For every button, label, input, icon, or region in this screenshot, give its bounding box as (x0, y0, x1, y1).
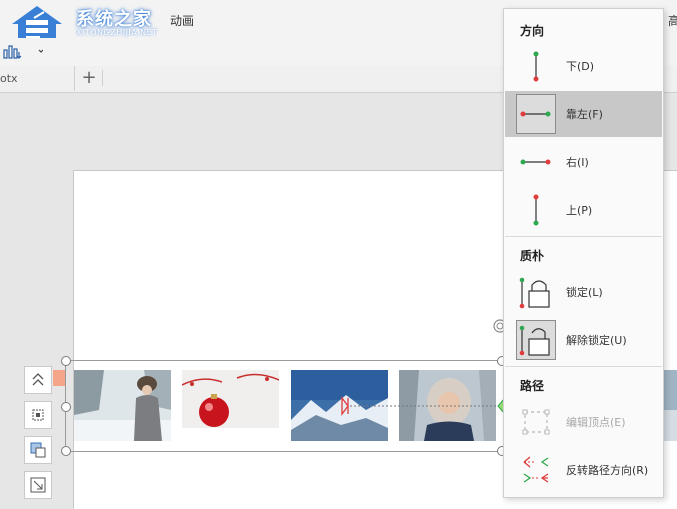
unlock-icon-frame (516, 320, 556, 360)
overlap-shapes-icon (30, 442, 46, 458)
menu-item-right[interactable]: 右(I) (505, 139, 662, 185)
menu-item-left[interactable]: 靠左(F) (505, 91, 662, 137)
collapse-up-button[interactable] (24, 366, 52, 394)
tab-animation[interactable]: 动画 (170, 12, 194, 29)
lock-icon (519, 277, 550, 309)
watermark-subtitle: XITONGZHIJIA.NET (76, 28, 158, 37)
chart-insert-icon[interactable] (3, 42, 44, 63)
layout-options-button[interactable] (24, 401, 52, 429)
menu-item-up-label: 上(P) (566, 204, 593, 217)
add-tab-button[interactable]: + (78, 66, 100, 90)
menu-item-unlock[interactable]: 解除锁定(U) (505, 317, 662, 363)
effect-options-menu: 方向 下(D) 靠左(F) 右(I) 上(P) 质朴 锁定(L) 解除锁定(U)… (503, 8, 664, 498)
shape-fill-button[interactable] (24, 436, 52, 464)
direction-down-icon (533, 51, 539, 82)
crop-resize-button[interactable] (24, 471, 52, 499)
menu-item-edit-points-label: 编辑顶点(E) (566, 416, 626, 429)
menu-item-up[interactable]: 上(P) (505, 187, 662, 233)
menu-item-left-label: 靠左(F) (566, 108, 603, 121)
resize-handle-bl[interactable] (61, 446, 71, 456)
resize-handle-tl[interactable] (61, 356, 71, 366)
resize-handle-ml[interactable] (61, 402, 71, 412)
direction-right-icon (520, 159, 551, 165)
section-texture: 质朴 (520, 249, 545, 263)
animation-order-marker (53, 370, 65, 386)
chevron-double-up-icon (32, 373, 44, 386)
document-tab-label: otx (0, 72, 18, 85)
tab-divider (102, 70, 103, 86)
menu-item-down[interactable]: 下(D) (505, 43, 662, 89)
edit-points-icon (522, 409, 550, 435)
unlock-icon (519, 325, 550, 356)
direction-left-icon (520, 111, 551, 117)
menu-item-down-label: 下(D) (566, 60, 595, 73)
resize-arrow-icon (30, 477, 46, 493)
menu-divider (505, 366, 662, 367)
position-icon (32, 409, 44, 421)
menu-item-reverse-path-label: 反转路径方向(R) (566, 464, 649, 477)
menu-item-lock[interactable]: 锁定(L) (505, 269, 662, 315)
direction-up-icon (533, 194, 539, 226)
section-path: 路径 (520, 379, 545, 393)
menu-item-right-label: 右(I) (566, 156, 589, 169)
reverse-path-icon (523, 456, 549, 483)
direction-left-icon-frame (516, 94, 556, 134)
document-tab[interactable]: otx (0, 66, 75, 91)
menu-item-unlock-label: 解除锁定(U) (566, 334, 627, 347)
tab-right-partial[interactable]: 高 (668, 12, 677, 29)
menu-divider (505, 236, 662, 237)
selection-frame[interactable] (65, 360, 504, 452)
section-direction: 方向 (520, 24, 545, 38)
menu-item-edit-points[interactable]: 编辑顶点(E) (505, 399, 662, 445)
menu-item-reverse-path[interactable]: 反转路径方向(R) (505, 447, 662, 493)
menu-item-lock-label: 锁定(L) (566, 286, 603, 299)
